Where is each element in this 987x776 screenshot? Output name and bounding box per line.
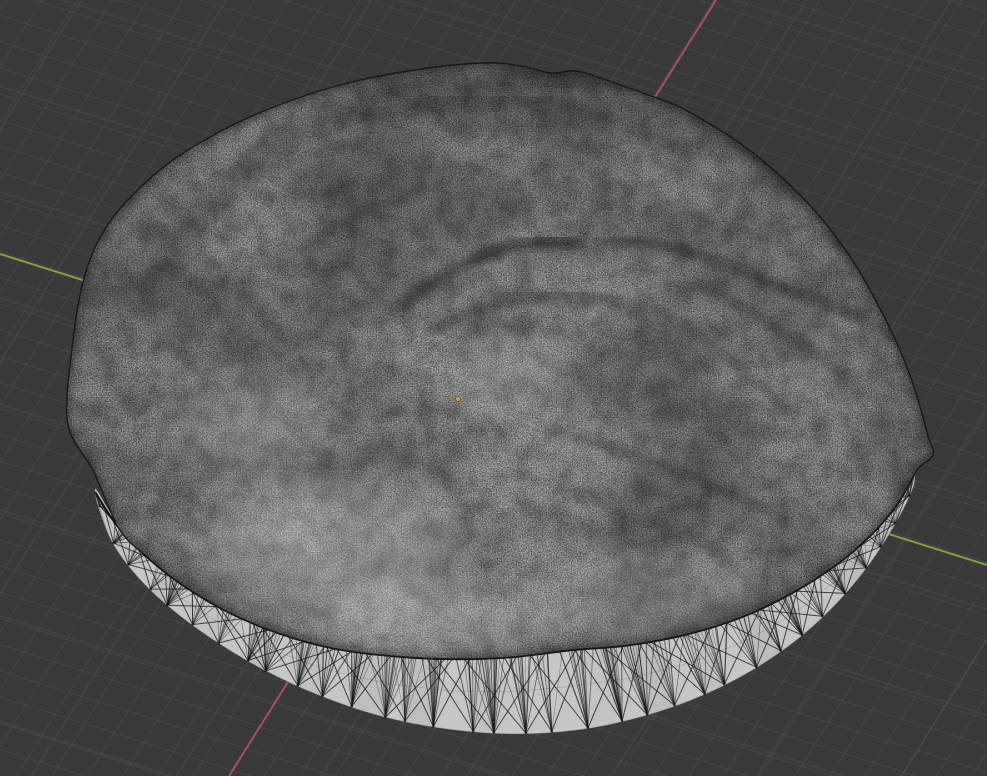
object-origin-dot — [455, 396, 460, 401]
viewport-3d[interactable] — [0, 0, 987, 776]
scene-canvas — [0, 0, 987, 776]
terrain-mesh-object[interactable] — [40, 40, 950, 735]
